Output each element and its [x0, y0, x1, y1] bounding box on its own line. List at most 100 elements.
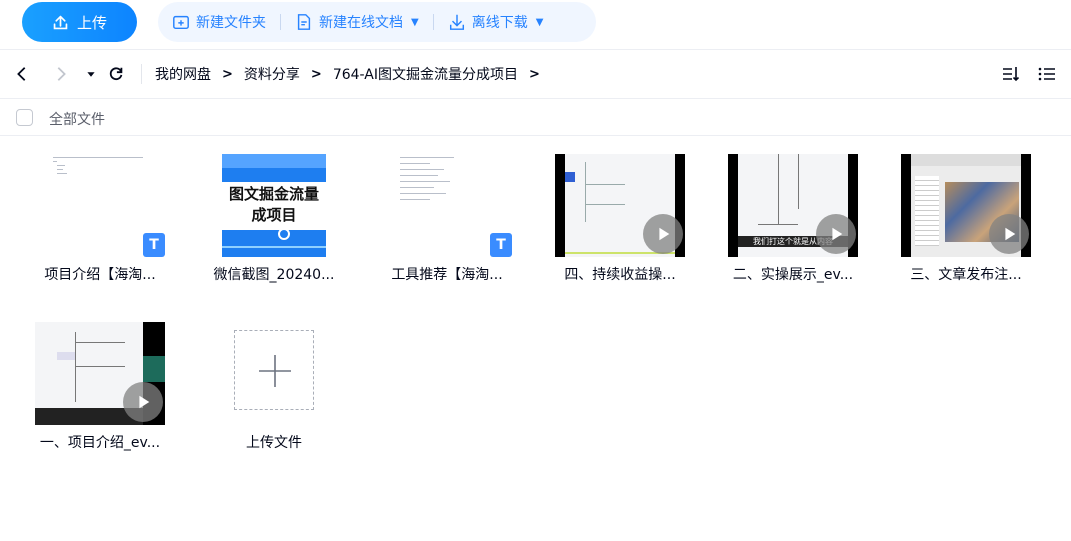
chevron-right-icon [57, 67, 66, 81]
video-thumbnail [555, 154, 685, 257]
upload-file-label: 上传文件 [246, 435, 302, 451]
new-online-doc-button[interactable]: 新建在线文档 ▼ [281, 12, 433, 32]
video-thumbnail: 我们打这个就是从内容 [728, 154, 858, 257]
sort-icon[interactable] [1001, 64, 1021, 84]
text-line [400, 187, 434, 188]
mindmap-branch [75, 366, 125, 367]
plus-icon [259, 355, 291, 387]
play-icon [643, 214, 683, 254]
text-file-icon: T [490, 233, 512, 257]
upload-label: 上传 [76, 13, 107, 32]
image-band [222, 246, 326, 248]
divider [141, 64, 142, 84]
select-bar: 全部文件 [0, 99, 1071, 135]
upload-icon [53, 15, 68, 29]
mindmap-branch [758, 224, 798, 225]
download-icon [449, 14, 464, 30]
side-panel [143, 356, 165, 382]
offline-download-label: 离线下载 [471, 15, 528, 31]
list-view-icon[interactable] [1037, 64, 1057, 84]
refresh-button[interactable] [104, 62, 128, 86]
back-button[interactable] [10, 62, 34, 86]
view-controls [1001, 64, 1057, 84]
caret-down-icon [87, 72, 95, 77]
mindmap-branch [798, 154, 799, 209]
new-folder-label: 新建文件夹 [196, 15, 266, 31]
file-name: 二、实操展示_ev... [732, 267, 854, 283]
caret-down-icon: ▼ [535, 16, 544, 28]
file-name: 工具推荐【海淘... [391, 267, 503, 283]
text-line [400, 181, 450, 182]
file-name: 微信截图_20240... [213, 267, 335, 283]
text-file-icon: T [143, 233, 165, 257]
forward-button[interactable] [49, 62, 73, 86]
breadcrumb-item[interactable]: 我的网盘 [155, 64, 211, 84]
mindmap-branch [585, 204, 625, 205]
breadcrumb: 我的网盘 > 资料分享 > 764-AI图文掘金流量分成项目 > [155, 64, 551, 84]
upload-button[interactable]: 上传 [22, 2, 137, 42]
document-thumbnail: T [35, 154, 165, 257]
history-dropdown[interactable] [79, 62, 103, 86]
play-icon [816, 214, 856, 254]
file-item[interactable]: 四、持续收益操... [540, 136, 700, 286]
mindmap-node [57, 352, 75, 360]
select-all-checkbox[interactable] [16, 109, 33, 126]
file-item[interactable]: 一、项目介绍_ev... [20, 304, 180, 454]
file-name: 三、文章发布注... [910, 267, 1022, 283]
document-thumbnail: T [382, 154, 512, 257]
text-line [57, 173, 67, 174]
mindmap-branch [585, 184, 625, 185]
file-name: 项目介绍【海淘... [44, 267, 156, 283]
image-band [222, 154, 326, 168]
offline-download-button[interactable]: 离线下载 ▼ [434, 12, 558, 32]
chevron-right-icon: > [222, 66, 233, 82]
nav-bar: 我的网盘 > 资料分享 > 764-AI图文掘金流量分成项目 > [0, 50, 1071, 98]
image-overlay-text: 图文掘金流量 成项目 [228, 185, 319, 224]
file-name: 四、持续收益操... [564, 267, 676, 283]
browser-bar [911, 154, 1021, 166]
upload-drop-area[interactable] [234, 330, 314, 410]
new-folder-button[interactable]: 新建文件夹 [158, 12, 280, 32]
file-item[interactable]: T 项目介绍【海淘... [20, 136, 180, 286]
text-line [57, 165, 65, 166]
text-line [53, 157, 143, 158]
action-group: 新建文件夹 新建在线文档 ▼ 离线下载 ▼ [158, 2, 596, 42]
text-line [400, 163, 430, 164]
caret-down-icon: ▼ [411, 16, 419, 28]
new-folder-icon [173, 15, 189, 30]
toolbar: 上传 新建文件夹 新建在线文档 ▼ 离线下载 ▼ [0, 0, 1071, 46]
text-line [400, 169, 444, 170]
breadcrumb-item-current[interactable]: 764-AI图文掘金流量分成项目 [333, 64, 518, 84]
text-column [915, 176, 939, 246]
file-item[interactable]: T 工具推荐【海淘... [367, 136, 527, 286]
text-line [57, 169, 63, 170]
select-all-label: 全部文件 [49, 112, 105, 128]
new-doc-icon [297, 14, 311, 30]
file-item[interactable]: 我们打这个就是从内容 二、实操展示_ev... [713, 136, 873, 286]
upload-file-tile[interactable]: 上传文件 [194, 304, 354, 454]
refresh-icon [109, 67, 123, 81]
chevron-right-icon: > [310, 66, 322, 82]
text-line [53, 161, 57, 162]
new-online-doc-label: 新建在线文档 [319, 15, 403, 31]
text-line [400, 157, 454, 158]
play-icon [123, 382, 163, 422]
text-line [400, 193, 446, 194]
file-name: 一、项目介绍_ev... [39, 435, 161, 451]
breadcrumb-item[interactable]: 资料分享 [244, 64, 300, 84]
text-line [400, 175, 438, 176]
file-item[interactable]: 三、文章发布注... [886, 136, 1046, 286]
mindmap-branch [75, 342, 125, 343]
play-icon [989, 214, 1029, 254]
image-thumbnail: 图文掘金流量 成项目 [222, 154, 326, 257]
text-line [400, 199, 430, 200]
chevron-left-icon [17, 67, 26, 81]
chevron-right-icon: > [528, 66, 540, 82]
mindmap-node [565, 172, 575, 182]
magnifier-icon [278, 228, 290, 240]
mindmap-branch [585, 162, 586, 222]
video-thumbnail [35, 322, 165, 425]
video-thumbnail [901, 154, 1031, 257]
mindmap-branch [778, 154, 779, 224]
file-item[interactable]: 图文掘金流量 成项目 微信截图_20240... [194, 136, 354, 286]
